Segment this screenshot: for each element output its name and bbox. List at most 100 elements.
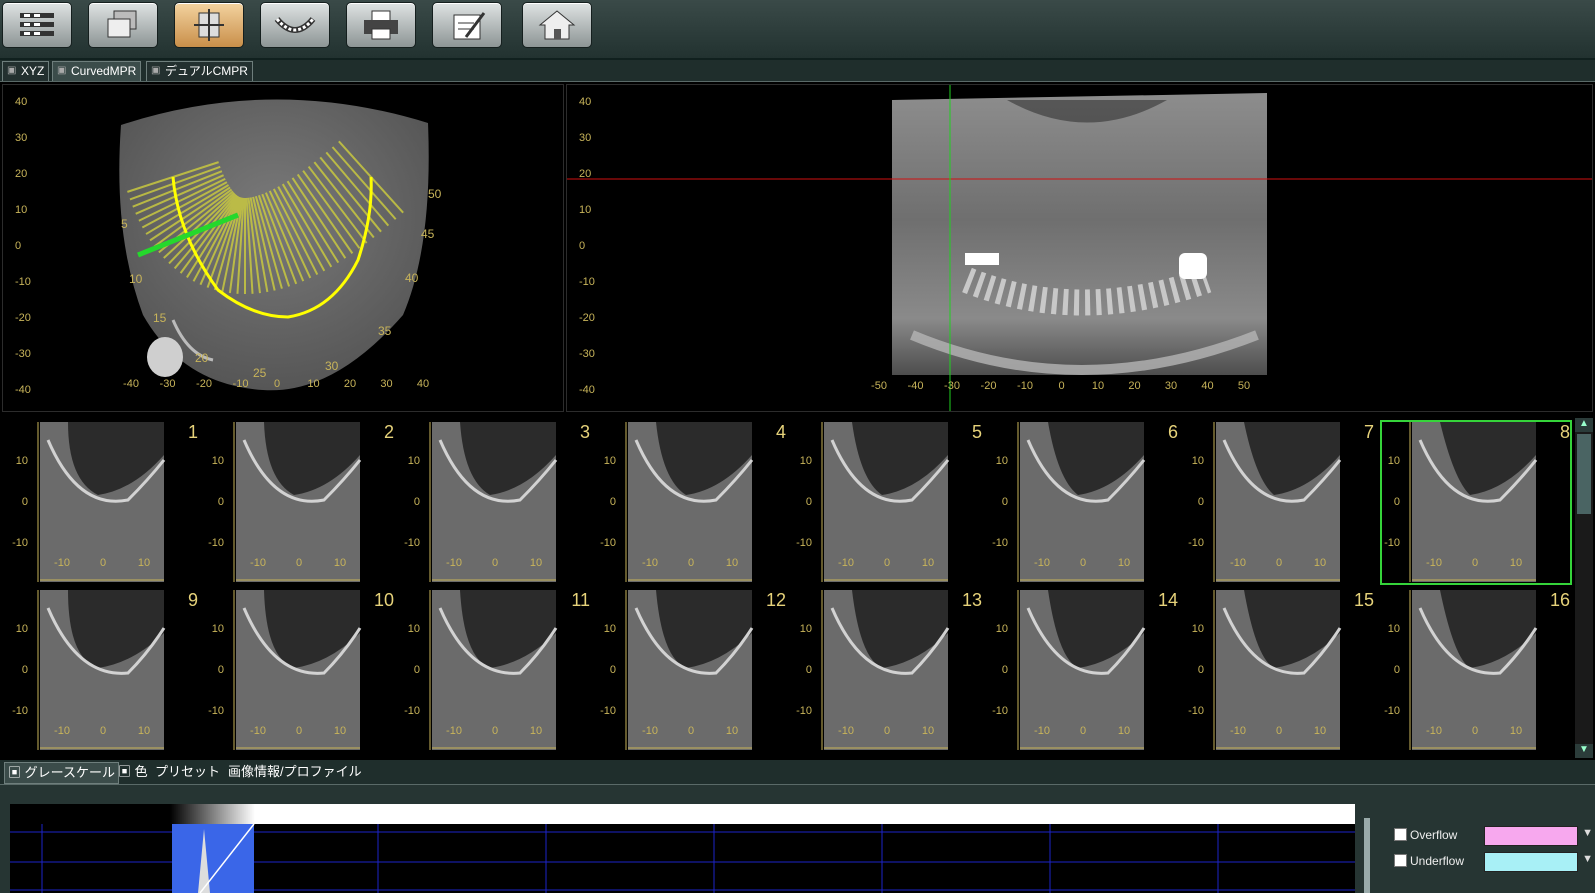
cross-section-canvas: 10 0 -10 -10 0 10 xyxy=(992,422,1146,582)
tab-icon: ▣ xyxy=(57,65,67,76)
tab-grayscale[interactable]: ▣ グレースケール xyxy=(4,762,119,784)
tick-label: 10 xyxy=(307,378,319,390)
tick-label: 0 xyxy=(22,664,28,676)
scroll-up-arrow[interactable]: ▲ xyxy=(1575,418,1593,432)
print-button[interactable] xyxy=(346,2,416,48)
tick-label: 20 xyxy=(15,168,27,180)
layers-button[interactable] xyxy=(88,2,158,48)
report-button[interactable] xyxy=(432,2,502,48)
tick-label: 10 xyxy=(334,557,346,569)
cross-section-cell[interactable]: 10 0 -10 -10 0 10 12 xyxy=(596,588,788,753)
histogram-canvas[interactable] xyxy=(10,824,1355,893)
tick-label: -10 xyxy=(600,705,616,717)
tick-label: 30 xyxy=(380,378,392,390)
printer-icon xyxy=(364,10,398,40)
cross-section-canvas: 10 0 -10 -10 0 10 xyxy=(1384,422,1538,582)
overflow-label: Overflow xyxy=(1410,828,1458,842)
tab-label: CurvedMPR xyxy=(71,64,137,78)
cross-section-cell[interactable]: 10 0 -10 -10 0 10 4 xyxy=(596,420,788,585)
tick-label: 20 xyxy=(1128,380,1140,392)
panorama-button[interactable] xyxy=(260,2,330,48)
tick-label: 0 xyxy=(610,664,616,676)
cross-section-canvas: 10 0 -10 -10 0 10 xyxy=(600,590,754,750)
cross-section-cell[interactable]: 10 0 -10 -10 0 10 13 xyxy=(792,588,984,753)
tick-label: 10 xyxy=(1192,455,1204,467)
cross-section-number: 1 xyxy=(187,422,198,442)
cross-section-number: 9 xyxy=(187,590,198,610)
underflow-option[interactable]: Underflow xyxy=(1394,854,1464,868)
cross-section-cell[interactable]: 10 0 -10 -10 0 10 3 xyxy=(400,420,592,585)
tick-label: -10 xyxy=(579,276,595,288)
tick-label: 10 xyxy=(604,455,616,467)
tick-label: 10 xyxy=(800,623,812,635)
tick-label: 10 xyxy=(1092,380,1104,392)
tick-label: 0 xyxy=(806,664,812,676)
tick-label: -10 xyxy=(1384,537,1400,549)
tab-preset[interactable]: プリセット xyxy=(155,762,220,782)
tick-label: -10 xyxy=(404,537,420,549)
tick-label: 10 xyxy=(138,557,150,569)
tab-dual-cmpr[interactable]: ▣ デュアルCMPR xyxy=(146,61,253,81)
axial-view[interactable]: 40 30 20 10 0 -10 -20 -30 -40 -40 -30 -20 -10 0 10 20 3… xyxy=(2,84,564,412)
tick-label: 0 xyxy=(1058,380,1064,392)
cross-section-cell[interactable]: 10 0 -10 -10 0 10 11 xyxy=(400,588,592,753)
tick-label: -10 xyxy=(208,705,224,717)
mpr-button[interactable] xyxy=(174,2,244,48)
cross-section-number: 13 xyxy=(961,590,982,610)
axial-canvas[interactable]: 40 30 20 10 0 -10 -20 -30 -40 -40 -30 -20 -10 0 10 20 3… xyxy=(3,85,563,411)
overflow-color-select[interactable]: ▼ xyxy=(1484,826,1593,846)
cross-section-cell[interactable]: 10 0 -10 -10 0 10 2 xyxy=(204,420,396,585)
cross-section-cell[interactable]: 10 0 -10 -10 0 10 7 xyxy=(1184,420,1376,585)
underflow-checkbox[interactable] xyxy=(1394,854,1407,867)
cross-section-cell[interactable]: 10 0 -10 -10 0 10 8 xyxy=(1380,420,1572,585)
slice-label: 50 xyxy=(428,187,442,201)
overflow-checkbox[interactable] xyxy=(1394,828,1407,841)
cross-section-canvas: 10 0 -10 -10 0 10 xyxy=(208,590,362,750)
tick-label: 10 xyxy=(726,725,738,737)
tab-image-info[interactable]: 画像情報/プロファイル xyxy=(228,762,362,782)
scroll-thumb[interactable] xyxy=(1577,434,1591,514)
cross-section-cell[interactable]: 10 0 -10 -10 0 10 6 xyxy=(988,420,1180,585)
cross-section-canvas: 10 0 -10 -10 0 10 xyxy=(1188,422,1342,582)
tick-label: 0 xyxy=(1276,725,1282,737)
cross-section-number: 5 xyxy=(971,422,982,442)
chevron-down-icon: ▼ xyxy=(1582,827,1593,839)
tick-label: 10 xyxy=(604,623,616,635)
list-view-button[interactable] xyxy=(2,2,72,48)
window-level-range[interactable] xyxy=(172,824,254,893)
cross-section-cell[interactable]: 10 0 -10 -10 0 10 10 xyxy=(204,588,396,753)
cross-section-cell[interactable]: 10 0 -10 -10 0 10 5 xyxy=(792,420,984,585)
panoramic-canvas[interactable]: 40 30 20 10 0 -10 -20 -30 -40 -50 -40 -30 -20 -10 0 10… xyxy=(567,85,1592,411)
slice-label: 10 xyxy=(129,272,143,286)
cross-section-scrollbar[interactable]: ▲ ▼ xyxy=(1575,418,1593,758)
scroll-down-arrow[interactable]: ▼ xyxy=(1575,744,1593,758)
tick-label: 0 xyxy=(688,725,694,737)
cross-section-cell[interactable]: 10 0 -10 -10 0 10 9 xyxy=(8,588,200,753)
tick-label: 10 xyxy=(1314,557,1326,569)
tab-label: 画像情報/プロファイル xyxy=(228,764,362,779)
cross-section-number: 2 xyxy=(383,422,394,442)
tab-xyz[interactable]: ▣ XYZ xyxy=(2,61,50,81)
cross-section-cell[interactable]: 10 0 -10 -10 0 10 16 xyxy=(1380,588,1572,753)
cross-section-cell[interactable]: 10 0 -10 -10 0 10 15 xyxy=(1184,588,1376,753)
tick-label: 30 xyxy=(579,132,591,144)
main-toolbar xyxy=(0,0,1595,60)
tick-label: 40 xyxy=(15,96,27,108)
cross-section-cell[interactable]: 10 0 -10 -10 0 10 14 xyxy=(988,588,1180,753)
tick-label: 0 xyxy=(1472,725,1478,737)
tick-label: -30 xyxy=(15,348,31,360)
tab-curvedmpr[interactable]: ▣ CurvedMPR xyxy=(52,61,142,81)
histogram[interactable] xyxy=(10,804,1355,893)
cross-section-canvas: 10 0 -10 -10 0 10 xyxy=(1384,590,1538,750)
tick-label: -50 xyxy=(871,380,887,392)
tab-color[interactable]: ▣ 色 xyxy=(118,762,148,782)
home-button[interactable] xyxy=(522,2,592,48)
panoramic-view[interactable]: 40 30 20 10 0 -10 -20 -30 -40 -50 -40 -30 -20 -10 0 10… xyxy=(566,84,1593,412)
tick-label: 10 xyxy=(1118,557,1130,569)
underflow-color-select[interactable]: ▼ xyxy=(1484,852,1593,872)
cross-section-cell[interactable]: 10 0 -10 -10 0 10 1 xyxy=(8,420,200,585)
tick-label: 40 xyxy=(579,96,591,108)
tick-label: -10 xyxy=(1017,380,1033,392)
overflow-option[interactable]: Overflow xyxy=(1394,828,1457,842)
histogram-slider[interactable] xyxy=(1364,818,1370,893)
